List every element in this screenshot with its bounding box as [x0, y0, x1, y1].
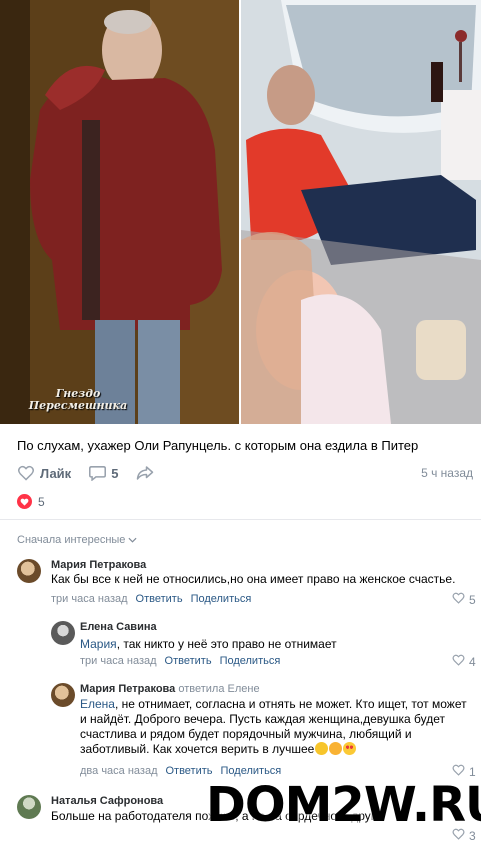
post-text: По слухам, ухажер Оли Рапунцель. с котор…	[17, 438, 419, 453]
comment-like-count: 5	[469, 592, 476, 607]
comment-author[interactable]: Елена Савина	[80, 621, 157, 633]
avatar[interactable]	[17, 795, 41, 819]
photo-left-illustration	[0, 0, 239, 424]
comment-time[interactable]: три часа назад	[80, 655, 157, 667]
comments-sort-dropdown[interactable]: Сначала интересные	[17, 534, 137, 546]
mention-link[interactable]: Мария	[80, 637, 117, 651]
heart-filled-icon	[17, 494, 32, 509]
pleading-face-icon	[329, 742, 343, 755]
comment-body: , так никто у неё это право не отнимает	[116, 637, 337, 651]
comment-author: Мария Петракова ответила Елене	[80, 683, 260, 695]
likes-total: 5	[38, 494, 45, 509]
comment-time[interactable]: три часа назад	[51, 593, 128, 605]
comment-bubble-icon	[89, 465, 107, 481]
share-comment-button[interactable]: Поделиться	[220, 655, 281, 667]
comment-count: 5	[111, 465, 119, 481]
share-arrow-icon	[136, 465, 154, 481]
photo-watermark: Гнездо Пересмешника	[28, 387, 128, 412]
comment-body: , не отнимает, согласна и отнять не може…	[80, 697, 467, 756]
photo-man-in-red-jacket[interactable]: Гнездо Пересмешника	[0, 0, 239, 424]
comment-text: Елена, не отнимает, согласна и отнять не…	[80, 697, 475, 757]
comment-meta: три часа назад Ответить Поделиться	[80, 655, 280, 667]
comment-author-name[interactable]: Мария Петракова	[80, 683, 175, 695]
reply-button[interactable]: Ответить	[136, 593, 183, 605]
heart-outline-icon	[452, 654, 465, 669]
heart-outline-icon	[17, 465, 35, 481]
comment-author[interactable]: Мария Петракова	[51, 559, 146, 571]
comment-author[interactable]: Наталья Сафронова	[51, 795, 163, 807]
post-actions: Лайк 5 5 ч назад	[17, 462, 477, 484]
comment-like-button[interactable]: 4	[452, 654, 476, 669]
avatar[interactable]	[17, 559, 41, 583]
share-button[interactable]	[136, 465, 154, 481]
comment-reply: Мария Петракова ответила Елене Елена, не…	[0, 676, 481, 784]
share-comment-button[interactable]: Поделиться	[221, 765, 282, 777]
heart-eyes-icon	[343, 742, 357, 755]
sort-label: Сначала интересные	[17, 534, 126, 546]
comments-button[interactable]: 5	[89, 465, 118, 481]
avatar[interactable]	[51, 683, 75, 707]
comments-divider	[0, 519, 481, 520]
comment-time[interactable]: два часа назад	[80, 765, 157, 777]
comment-reply: Елена Савина Мария, так никто у неё это …	[0, 614, 481, 674]
site-watermark: DOM2W.RU	[206, 777, 481, 833]
share-comment-button[interactable]: Поделиться	[191, 593, 252, 605]
reply-to-label[interactable]: ответила Елене	[178, 683, 259, 695]
chevron-down-icon	[128, 534, 137, 546]
comment: Мария Петракова Как бы все к ней не отно…	[0, 552, 481, 612]
like-button[interactable]: Лайк	[17, 465, 71, 481]
photo-man-on-train[interactable]	[241, 0, 481, 424]
post-time[interactable]: 5 ч назад	[421, 466, 473, 480]
comment-like-count: 4	[469, 654, 476, 669]
photo-right-illustration	[241, 0, 481, 424]
comment-like-button[interactable]: 5	[452, 592, 476, 607]
comment-text: Как бы все к ней не относились,но она им…	[51, 572, 456, 586]
heart-outline-icon	[452, 592, 465, 607]
smiling-face-with-hearts-icon	[315, 742, 329, 755]
comment-meta: три часа назад Ответить Поделиться	[51, 593, 251, 605]
comment-meta: два часа назад Ответить Поделиться	[80, 765, 281, 777]
post-photos: Гнездо Пересмешника	[0, 0, 481, 424]
like-label: Лайк	[40, 465, 72, 481]
likes-summary[interactable]: 5	[17, 494, 45, 509]
reply-button[interactable]: Ответить	[165, 655, 212, 667]
comment-text: Мария, так никто у неё это право не отни…	[80, 637, 476, 652]
reply-button[interactable]: Ответить	[165, 765, 212, 777]
avatar[interactable]	[51, 621, 75, 645]
mention-link[interactable]: Елена	[80, 697, 115, 711]
